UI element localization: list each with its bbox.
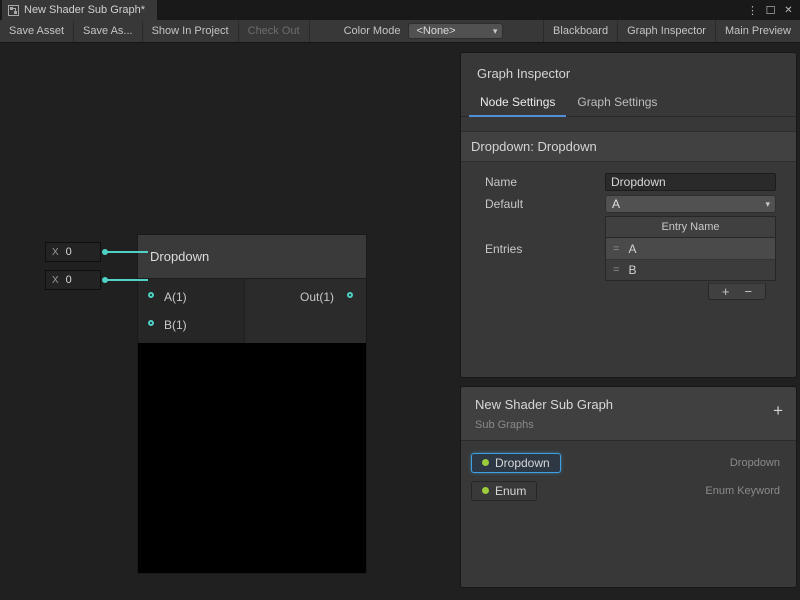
blackboard-item-enum: Enum Enum Keyword <box>461 480 796 501</box>
slot-a-value-widget[interactable]: X 0 <box>45 242 101 262</box>
inspector-title: Graph Inspector <box>461 53 796 91</box>
blackboard-title: New Shader Sub Graph <box>475 397 782 412</box>
entry-name: B <box>628 263 636 277</box>
toolbar-spacer <box>310 20 336 42</box>
name-label: Name <box>485 175 605 189</box>
entries-list-footer: + − <box>708 283 766 300</box>
property-pill-dropdown[interactable]: Dropdown <box>471 453 561 473</box>
entries-list: Entry Name = A = B <box>605 216 776 281</box>
output-port-out[interactable] <box>347 292 353 298</box>
graph-inspector-toggle-button[interactable]: Graph Inspector <box>617 20 715 42</box>
blackboard-header: New Shader Sub Graph Sub Graphs + <box>461 387 796 441</box>
property-type-label: Dropdown <box>730 457 780 469</box>
maximize-icon[interactable]: ☐ <box>762 0 779 20</box>
output-port-label: Out(1) <box>300 290 334 304</box>
blackboard-item-dropdown: Dropdown Dropdown <box>461 452 796 473</box>
close-icon[interactable]: ✕ <box>780 0 797 20</box>
show-in-project-button[interactable]: Show In Project <box>143 20 239 42</box>
edge-a[interactable] <box>105 251 148 253</box>
input-port-b[interactable] <box>148 320 154 326</box>
graph-toolbar: Save Asset Save As... Show In Project Ch… <box>0 20 800 43</box>
property-name: Dropdown <box>495 456 550 470</box>
document-tab[interactable]: New Shader Sub Graph* <box>2 0 157 20</box>
color-mode-value: <None> <box>416 25 455 37</box>
slot-b-axis-label: X <box>52 275 59 286</box>
node-settings-section-title: Dropdown: Dropdown <box>461 131 796 162</box>
blackboard-toggle-button[interactable]: Blackboard <box>543 20 617 42</box>
property-pill-enum[interactable]: Enum <box>471 481 537 501</box>
tab-title: New Shader Sub Graph* <box>24 4 145 16</box>
entry-row-b[interactable]: = B <box>606 259 775 280</box>
add-entry-button[interactable]: + <box>722 285 730 298</box>
chevron-down-icon: ▾ <box>765 199 770 210</box>
graph-inspector-panel: Graph Inspector Node Settings Graph Sett… <box>460 52 797 378</box>
entry-row-a[interactable]: = A <box>606 238 775 259</box>
input-port-b-label: B(1) <box>164 318 187 332</box>
entries-label: Entries <box>485 242 605 256</box>
blackboard-panel: New Shader Sub Graph Sub Graphs + Dropdo… <box>460 386 797 588</box>
node-inputs-column <box>138 279 245 343</box>
window-controls: ⋮ ☐ ✕ <box>744 0 800 20</box>
color-mode-label: Color Mode <box>336 20 409 42</box>
drag-handle-icon[interactable]: = <box>613 264 619 276</box>
save-as-button[interactable]: Save As... <box>74 20 143 42</box>
property-type-label: Enum Keyword <box>705 485 780 497</box>
edge-b[interactable] <box>105 279 148 281</box>
remove-entry-button[interactable]: − <box>745 285 753 298</box>
title-bar: New Shader Sub Graph* ⋮ ☐ ✕ <box>0 0 800 20</box>
drag-handle-icon[interactable]: = <box>613 243 619 255</box>
blackboard-subtitle: Sub Graphs <box>475 419 782 431</box>
main-preview-toggle-button[interactable]: Main Preview <box>715 20 800 42</box>
slot-b-value[interactable]: 0 <box>66 274 72 286</box>
property-type-dot-icon <box>482 459 489 466</box>
slot-a-value[interactable]: 0 <box>66 246 72 258</box>
blackboard-items: Dropdown Dropdown Enum Enum Keyword <box>461 441 796 519</box>
color-mode-dropdown[interactable]: <None> ▾ <box>408 23 503 39</box>
default-dropdown-value: A <box>612 197 620 211</box>
property-name: Enum <box>495 484 526 498</box>
kebab-menu-icon[interactable]: ⋮ <box>744 0 761 20</box>
dropdown-node[interactable]: Dropdown A(1) B(1) Out(1) <box>137 234 367 574</box>
entries-footer-row: + − <box>485 281 776 301</box>
inspector-tabs: Node Settings Graph Settings <box>461 91 796 117</box>
save-asset-button[interactable]: Save Asset <box>0 20 74 42</box>
add-property-button[interactable]: + <box>773 402 783 419</box>
node-title[interactable]: Dropdown <box>138 235 366 279</box>
slot-b-value-widget[interactable]: X 0 <box>45 270 101 290</box>
entry-name: A <box>628 242 636 256</box>
node-settings-fields: Name Default A ▾ Entries Entry Name = A <box>461 162 796 301</box>
chevron-down-icon: ▾ <box>493 26 498 37</box>
slot-a-axis-label: X <box>52 247 59 258</box>
tab-node-settings[interactable]: Node Settings <box>469 91 566 117</box>
node-port-area: A(1) B(1) Out(1) <box>138 279 366 343</box>
name-input[interactable] <box>605 173 776 191</box>
default-dropdown[interactable]: A ▾ <box>605 195 776 213</box>
shader-graph-tab-icon <box>8 5 19 16</box>
default-label: Default <box>485 197 605 211</box>
toolbar-right-group: Blackboard Graph Inspector Main Preview <box>543 20 800 42</box>
tab-graph-settings[interactable]: Graph Settings <box>566 91 668 116</box>
default-field-row: Default A ▾ <box>485 194 776 214</box>
property-type-dot-icon <box>482 487 489 494</box>
input-port-a-label: A(1) <box>164 290 187 304</box>
input-port-a[interactable] <box>148 292 154 298</box>
name-field-row: Name <box>485 172 776 192</box>
node-preview <box>138 343 366 573</box>
entries-field-row: Entries Entry Name = A = B <box>485 216 776 281</box>
entries-list-header: Entry Name <box>606 217 775 238</box>
check-out-button: Check Out <box>239 20 310 42</box>
